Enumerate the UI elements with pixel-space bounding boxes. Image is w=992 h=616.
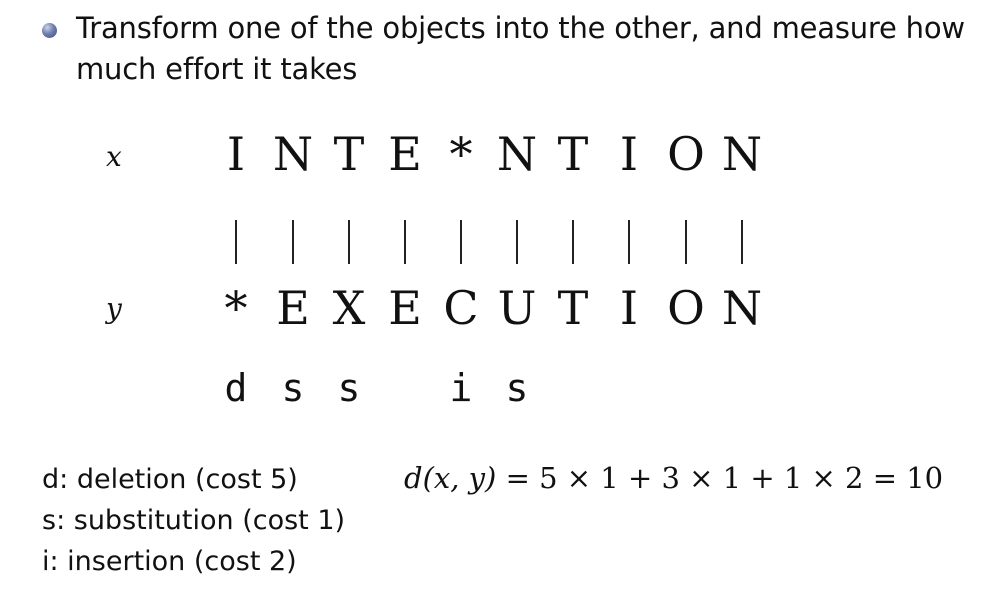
legend-insertion: i: insertion (cost 2) — [42, 546, 297, 577]
y-letter: N — [721, 281, 763, 335]
alignment-separator — [741, 220, 743, 264]
y-letter: U — [497, 281, 537, 335]
x-letter: N — [272, 127, 314, 181]
alignment-separator — [572, 220, 574, 264]
y-letter: I — [619, 281, 639, 335]
x-letter: T — [557, 127, 589, 181]
alignment-separator — [460, 220, 462, 264]
bullet-item: Transform one of the objects into the ot… — [42, 8, 972, 90]
formula-rhs: = 5 × 1 + 3 × 1 + 1 × 2 = 10 — [505, 461, 944, 495]
operation-mark: s — [505, 366, 529, 410]
alignment-separator — [404, 220, 406, 264]
cost-legend: d: deletion (cost 5) s: substitution (co… — [42, 459, 345, 582]
alignment-separator — [685, 220, 687, 264]
bullet-text: Transform one of the objects into the ot… — [76, 11, 965, 86]
x-gap-symbol: * — [449, 127, 473, 181]
operation-mark: d — [224, 366, 248, 410]
x-letter: E — [388, 127, 422, 181]
y-letter: O — [667, 281, 705, 335]
operation-mark: s — [337, 366, 361, 410]
alignment-separator — [628, 220, 630, 264]
y-gap-symbol: * — [224, 281, 248, 335]
x-letter: I — [619, 127, 639, 181]
y-letter: E — [276, 281, 310, 335]
formula-lhs: d(x, y) — [404, 461, 497, 495]
x-letter: T — [333, 127, 365, 181]
y-letter: E — [388, 281, 422, 335]
x-letter: N — [496, 127, 538, 181]
y-label: y — [106, 292, 122, 325]
x-label: x — [106, 140, 122, 173]
x-letter: N — [721, 127, 763, 181]
distance-formula: d(x, y) = 5 × 1 + 3 × 1 + 1 × 2 = 10 — [404, 458, 943, 498]
x-letter: I — [226, 127, 246, 181]
legend-deletion: d: deletion (cost 5) — [42, 464, 298, 495]
operation-mark: s — [281, 366, 305, 410]
operation-mark: i — [449, 366, 473, 410]
bullet-dot-icon — [42, 23, 57, 38]
alignment-separator — [516, 220, 518, 264]
y-letter: X — [332, 281, 366, 335]
y-letter: C — [443, 281, 479, 335]
alignment-separator — [235, 220, 237, 264]
y-letter: T — [557, 281, 589, 335]
x-letter: O — [667, 127, 705, 181]
alignment-separator — [292, 220, 294, 264]
legend-substitution: s: substitution (cost 1) — [42, 505, 346, 536]
alignment-separator — [348, 220, 350, 264]
